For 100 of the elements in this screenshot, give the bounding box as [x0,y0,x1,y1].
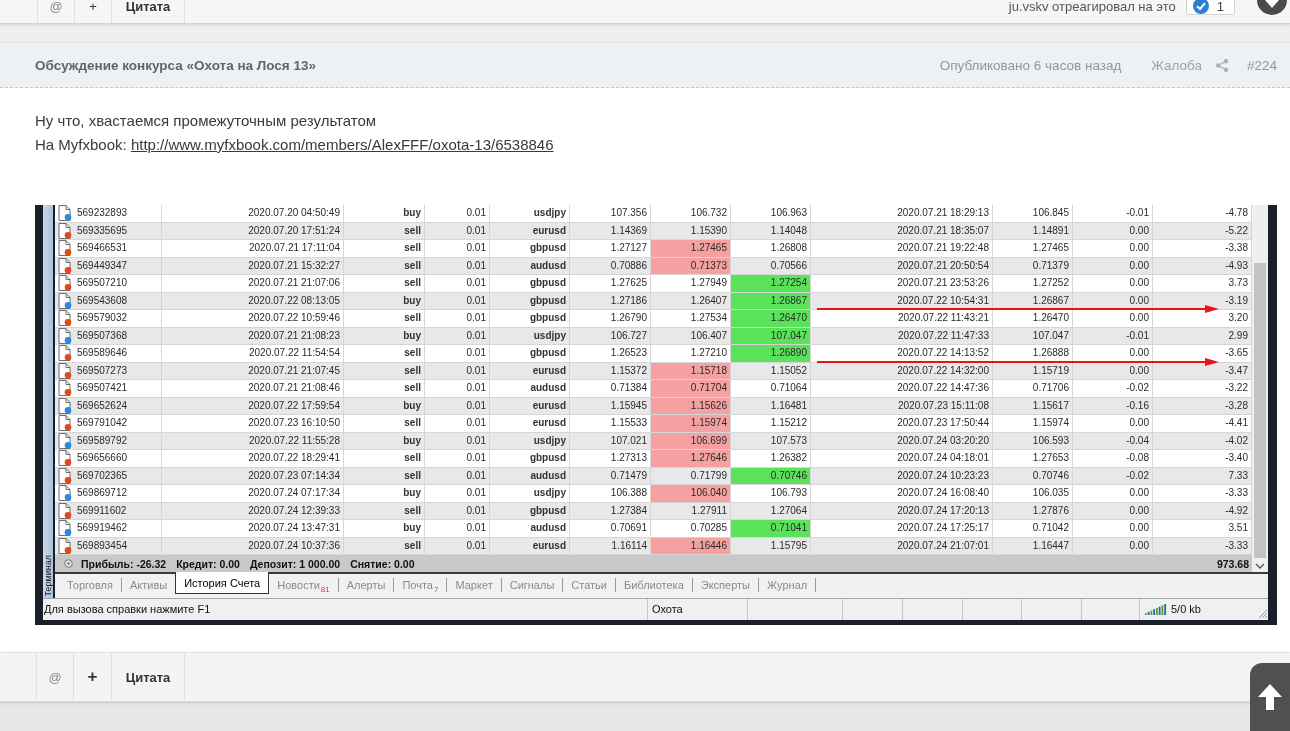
table-cell: eurusd [490,222,570,239]
document-icon [58,240,72,257]
table-cell: gbpusd [490,310,570,327]
table-cell: 0.71379 [993,257,1073,274]
table-cell: 0.01 [425,257,490,274]
table-cell: 2020.07.23 17:50:44 [811,415,993,432]
document-icon [58,520,72,537]
document-icon [58,380,72,397]
ticket-number: 569507273 [77,363,128,378]
table-cell: 2020.07.23 07:14:34 [162,467,344,484]
table-cell: sell [344,310,425,327]
table-cell: 2020.07.22 14:13:52 [811,345,993,362]
quote-button[interactable]: Цитата [112,653,185,701]
table-row[interactable]: 569466531 2020.07.21 17:11:04 sell 0.01 gbpusd 1.27127 1.27465 1.26808 2020.07.21 19:22:48 1.27465 0.00 -3.38 [55,240,1252,258]
table-cell: 2020.07.22 18:29:41 [162,450,344,467]
table-cell: 0.01 [425,222,490,239]
table-cell: gbpusd [490,275,570,292]
table-cell: 1.27465 [993,240,1073,257]
table-cell: 0.00 [1073,257,1153,274]
quote-button[interactable]: Цитата [112,0,185,23]
scrollbar[interactable] [1252,205,1268,572]
table-cell: 0.71479 [570,467,651,484]
topic-title[interactable]: Обсуждение конкурса «Охота на Лося 13» [35,57,317,73]
table-cell: 0.00 [1073,222,1153,239]
terminal-tab[interactable]: Почта$_{7}$ [394,578,448,592]
table-row[interactable]: 569589646 2020.07.22 11:54:54 sell 0.01 gbpusd 1.26523 1.27210 1.26890 2020.07.22 14:13:52 1.26888 0.00 -3.65 [55,345,1252,363]
table-cell: 2020.07.21 17:11:04 [162,240,344,257]
plus-button[interactable]: + [74,653,112,701]
table-cell: 2020.07.24 21:07:01 [811,537,993,554]
table-cell: 0.00 [1073,415,1153,432]
table-cell: 0.00 [1073,292,1153,309]
table-cell: 107.047 [993,327,1073,344]
reaction-text: ju.vskv отреагировал на это [1008,0,1176,14]
table-cell: 1.26808 [731,240,811,257]
scrollbar-thumb[interactable] [1254,263,1266,558]
table-cell: 1.27384 [570,502,651,519]
table-cell: gbpusd [490,450,570,467]
document-icon [58,327,72,344]
document-icon [58,432,72,449]
table-cell: 0.01 [425,485,490,502]
table-cell: 1.15052 [731,362,811,379]
chevron-down-icon[interactable] [1255,563,1265,569]
table-cell: 2020.07.23 15:11:08 [811,397,993,414]
table-cell: sell [344,467,425,484]
table-cell: sell [344,275,425,292]
unread-count: 81 [320,585,330,594]
document-icon [58,467,72,484]
table-cell: 1.16481 [731,397,811,414]
table-cell: 2020.07.24 17:25:17 [811,520,993,537]
table-cell: 2020.07.23 16:10:50 [162,415,344,432]
table-cell: 1.14048 [731,222,811,239]
table-cell: 0.01 [425,397,490,414]
table-cell: audusd [490,467,570,484]
terminal-tab[interactable]: История Счета [175,572,270,594]
ticket-number: 569579032 [77,311,128,325]
ticket-number: 569335695 [77,223,128,238]
table-cell: 1.15617 [993,397,1073,414]
table-row[interactable]: 569507421 2020.07.21 21:08:46 sell 0.01 audusd 0.71384 0.71704 0.71064 2020.07.22 14:47:36 0.71706 -0.02 -3.22 [55,380,1252,398]
table-cell: 1.15390 [651,222,731,239]
table-cell: audusd [490,257,570,274]
plus-button[interactable]: + [75,0,112,23]
table-cell: 1.27911 [651,502,731,519]
table-cell: 2020.07.22 11:55:28 [162,432,344,449]
ticket-number: 569507210 [77,276,128,290]
terminal-tab[interactable]: Новости$_{81}$ [269,578,339,592]
table-cell: sell [344,502,425,519]
total-balance: 973.68 [1216,557,1249,570]
summary-item: Прибыль: -26.32 [81,557,167,570]
table-cell: sell [344,537,425,554]
table-cell: usdjpy [490,205,570,222]
resize-grip-icon[interactable] [1258,609,1268,619]
table-cell: 1.16447 [993,537,1073,554]
table-cell: 0.70746 [993,467,1073,484]
table-cell: 0.01 [425,432,490,449]
table-cell: sell [344,257,425,274]
side-panel-label[interactable]: Терминал [43,550,53,598]
profile-link[interactable]: http://www.myfxbook.com/members/AlexFFF/oxota-13/6538846 [130,136,554,153]
ticket-number: 569466531 [77,241,128,255]
table-row[interactable]: 569791042 2020.07.23 16:10:50 sell 0.01 eurusd 1.15533 1.15974 1.15212 2020.07.23 17:50:44 1.15974 0.00 -4.41 [55,415,1252,433]
table-row[interactable]: 569656660 2020.07.22 18:29:41 sell 0.01 gbpusd 1.27313 1.27646 1.26382 2020.07.24 04:18:01 1.27653 -0.08 -3.40 [55,450,1252,468]
table-row[interactable]: 569232893 2020.07.20 04:50:49 buy 0.01 usdjpy 107.356 106.732 106.963 2020.07.21 18:29:13 106.845 -0.01 -4.78 [55,205,1252,223]
table-row[interactable]: 569579032 2020.07.22 10:59:46 sell 0.01 gbpusd 1.26790 1.27534 1.26470 2020.07.22 11:43:21 1.26470 0.00 3.20 [55,310,1252,328]
share-icon[interactable] [1215,58,1228,72]
table-row[interactable]: 569507210 2020.07.21 21:07:06 sell 0.01 gbpusd 1.27625 1.27949 1.27254 2020.07.21 23:53:26 1.27252 0.00 3.73 [55,275,1252,293]
table-cell: eurusd [490,537,570,554]
table-cell: 1.14891 [993,222,1073,239]
table-row[interactable]: 569919462 2020.07.24 13:47:31 buy 0.01 audusd 0.70691 0.70285 0.71041 2020.07.24 17:25:17 0.71042 0.00 3.51 [55,520,1252,538]
table-cell: audusd [490,520,570,537]
table-row[interactable]: 569869712 2020.07.24 07:17:34 buy 0.01 usdjpy 106.388 106.040 106.793 2020.07.24 16:08:40 106.035 0.00 -3.33 [55,485,1252,503]
table-cell: usdjpy [490,432,570,449]
table-cell: 2020.07.22 17:59:54 [162,397,344,414]
table-cell: gbpusd [490,292,570,309]
table-cell: 2020.07.21 21:08:46 [162,380,344,397]
back-to-top-button[interactable] [1250,663,1290,731]
table-cell: sell [344,415,425,432]
document-icon [58,502,72,519]
table-cell: 0.71041 [731,520,811,537]
table-cell: sell [344,450,425,467]
reaction-button[interactable]: 1 [1185,0,1235,15]
signal-bars-icon [1145,604,1167,615]
